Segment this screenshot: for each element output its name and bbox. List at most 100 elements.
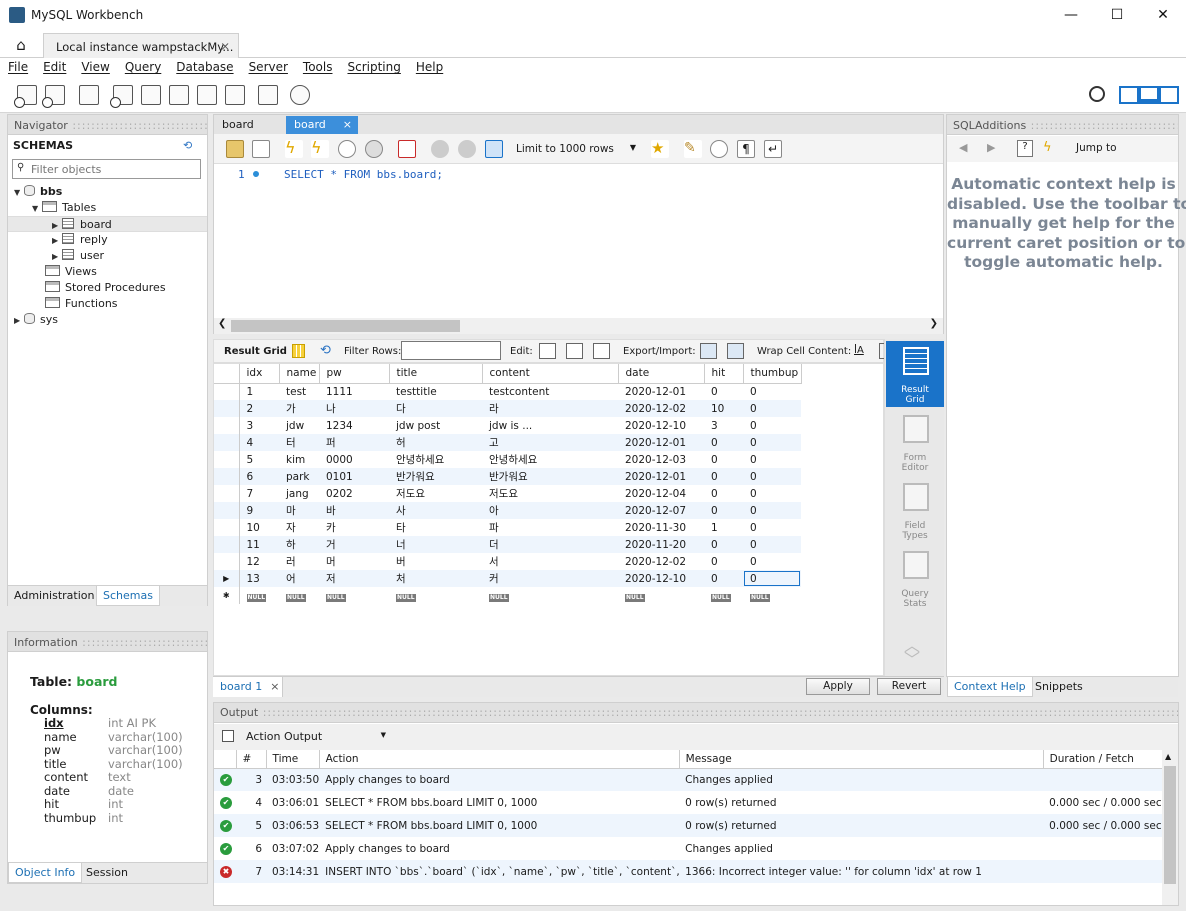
- limit-rows-select[interactable]: Limit to 1000 rows ▼: [516, 140, 640, 158]
- null-cell[interactable]: NULL: [279, 587, 319, 604]
- grid-cell-date[interactable]: 2020-12-01: [618, 434, 704, 451]
- insert-row-icon[interactable]: [566, 343, 583, 359]
- output-vertical-scrollbar[interactable]: ▲: [1162, 750, 1178, 905]
- tree-table-reply[interactable]: ▶ reply: [8, 232, 207, 248]
- toggle-continue-on-error-icon[interactable]: [398, 140, 416, 158]
- close-tab-icon[interactable]: ×: [270, 680, 279, 693]
- execute-current-icon[interactable]: ϟ: [311, 140, 329, 158]
- grid-cell-date[interactable]: 2020-12-04: [618, 485, 704, 502]
- tree-stored-procedures[interactable]: Stored Procedures: [8, 280, 207, 296]
- grid-view-icon[interactable]: [292, 344, 305, 358]
- col-header-thumbup[interactable]: thumbup: [743, 364, 802, 384]
- scrollbar-thumb[interactable]: [231, 320, 460, 332]
- expand-arrow-icon[interactable]: ▼: [14, 185, 24, 201]
- table-row[interactable]: 4 터 퍼 허 고 2020-12-01 0 0: [214, 434, 801, 451]
- grid-cell-hit[interactable]: 0: [704, 570, 743, 587]
- grid-cell-content[interactable]: 더: [482, 536, 618, 553]
- grid-cell-content[interactable]: 고: [482, 434, 618, 451]
- grid-cell-pw[interactable]: 1234: [319, 417, 389, 434]
- refresh-icon[interactable]: ⟲: [183, 139, 192, 152]
- commit-icon[interactable]: [431, 140, 449, 158]
- grid-cell-title[interactable]: 허: [389, 434, 482, 451]
- tree-functions[interactable]: Functions: [8, 296, 207, 312]
- out-col-message[interactable]: Message: [679, 750, 1044, 769]
- table-row[interactable]: 5 kim 0000 안녕하세요 안녕하세요 2020-12-03 0 0: [214, 451, 801, 468]
- grid-cell-thumbup[interactable]: 0: [743, 570, 801, 587]
- menu-scripting[interactable]: Scripting: [339, 58, 407, 74]
- row-header[interactable]: [214, 553, 240, 570]
- row-header[interactable]: [214, 434, 240, 451]
- row-header[interactable]: [214, 468, 240, 485]
- home-icon[interactable]: ⌂: [0, 33, 42, 58]
- grid-cell-thumbup[interactable]: 0: [743, 502, 801, 519]
- table-row[interactable]: 10 자 카 타 파 2020-11-30 1 0: [214, 519, 801, 536]
- grid-cell-idx[interactable]: 13: [239, 570, 279, 587]
- inspector-icon[interactable]: [79, 85, 99, 105]
- grid-cell-content[interactable]: 라: [482, 400, 618, 417]
- grid-cell-date[interactable]: 2020-11-30: [618, 519, 704, 536]
- row-header[interactable]: [214, 417, 240, 434]
- rollback-icon[interactable]: [458, 140, 476, 158]
- grid-cell-hit[interactable]: 0: [704, 485, 743, 502]
- out-col-time[interactable]: Time: [266, 750, 320, 769]
- row-header[interactable]: [214, 502, 240, 519]
- grid-cell-date[interactable]: 2020-12-03: [618, 451, 704, 468]
- grid-cell-hit[interactable]: 0: [704, 434, 743, 451]
- minimize-button[interactable]: —: [1048, 0, 1094, 31]
- filter-rows-input[interactable]: [401, 341, 501, 360]
- grid-cell-idx[interactable]: 10: [239, 519, 279, 536]
- close-window-button[interactable]: ✕: [1140, 0, 1186, 31]
- col-header-hit[interactable]: hit: [704, 364, 744, 384]
- null-cell[interactable]: NULL: [482, 587, 618, 604]
- new-row[interactable]: ✱ NULL NULL NULL NULL NULL NULL NULL NULL: [214, 587, 801, 604]
- row-header[interactable]: [214, 536, 240, 553]
- grid-cell-pw[interactable]: 0202: [319, 485, 389, 502]
- grid-cell-hit[interactable]: 3: [704, 417, 743, 434]
- grid-cell-thumbup[interactable]: 0: [743, 485, 801, 502]
- grid-cell-content[interactable]: jdw is ...: [482, 417, 618, 434]
- table-row[interactable]: 12 러 머 버 서 2020-12-02 0 0: [214, 553, 801, 570]
- grid-cell-thumbup[interactable]: 0: [743, 434, 801, 451]
- col-header-content[interactable]: content: [482, 364, 619, 384]
- back-arrow-icon[interactable]: ◀: [959, 141, 967, 154]
- close-tab-icon[interactable]: ×: [343, 118, 352, 131]
- tree-table-user[interactable]: ▶ user: [8, 248, 207, 264]
- table-row[interactable]: ▶ 13 어 저 처 커 2020-12-10 0 0: [214, 570, 801, 587]
- close-tab-icon[interactable]: ×: [220, 39, 230, 53]
- grid-cell-date[interactable]: 2020-11-20: [618, 536, 704, 553]
- grid-cell-pw[interactable]: 1111: [319, 383, 389, 400]
- beautify-icon[interactable]: ✎: [684, 140, 702, 158]
- toggle-sidebar-icon[interactable]: [1119, 86, 1139, 104]
- grid-cell-name[interactable]: 러: [279, 553, 319, 570]
- null-cell[interactable]: NULL: [704, 587, 743, 604]
- table-row[interactable]: 7 jang 0202 저도요 저도요 2020-12-04 0 0: [214, 485, 801, 502]
- table-row[interactable]: 2 가 나 다 라 2020-12-02 10 0: [214, 400, 801, 417]
- grid-cell-date[interactable]: 2020-12-02: [618, 400, 704, 417]
- import-icon[interactable]: [727, 343, 744, 359]
- output-row[interactable]: ✖ 7 03:14:31 INSERT INTO `bbs`.`board` (`id…: [214, 860, 1165, 883]
- editor-horizontal-scrollbar[interactable]: ❮ ❯: [214, 318, 943, 334]
- scrollbar-thumb[interactable]: [1164, 766, 1176, 884]
- grid-cell-content[interactable]: 아: [482, 502, 618, 519]
- search-table-data-icon[interactable]: [258, 85, 278, 105]
- toggle-output-icon[interactable]: [1139, 86, 1159, 104]
- grid-cell-title[interactable]: 처: [389, 570, 482, 587]
- grid-cell-idx[interactable]: 5: [239, 451, 279, 468]
- sql-statement[interactable]: SELECT * FROM bbs.board;: [284, 168, 443, 181]
- grid-cell-pw[interactable]: 바: [319, 502, 389, 519]
- out-col-duration[interactable]: Duration / Fetch: [1043, 750, 1165, 769]
- forward-arrow-icon[interactable]: ▶: [987, 141, 995, 154]
- grid-cell-idx[interactable]: 2: [239, 400, 279, 417]
- scroll-left-icon[interactable]: ❮: [218, 318, 226, 329]
- grid-cell-pw[interactable]: 0000: [319, 451, 389, 468]
- grid-cell-hit[interactable]: 0: [704, 451, 743, 468]
- out-col-number[interactable]: #: [236, 750, 267, 769]
- menu-edit[interactable]: Edit: [35, 58, 73, 74]
- grid-cell-hit[interactable]: 0: [704, 536, 743, 553]
- grid-cell-name[interactable]: jdw: [279, 417, 319, 434]
- grid-cell-title[interactable]: 타: [389, 519, 482, 536]
- expand-arrow-icon[interactable]: ▶: [52, 233, 62, 249]
- grid-cell-name[interactable]: jang: [279, 485, 319, 502]
- tab-context-help[interactable]: Context Help: [947, 677, 1033, 697]
- grid-cell-name[interactable]: kim: [279, 451, 319, 468]
